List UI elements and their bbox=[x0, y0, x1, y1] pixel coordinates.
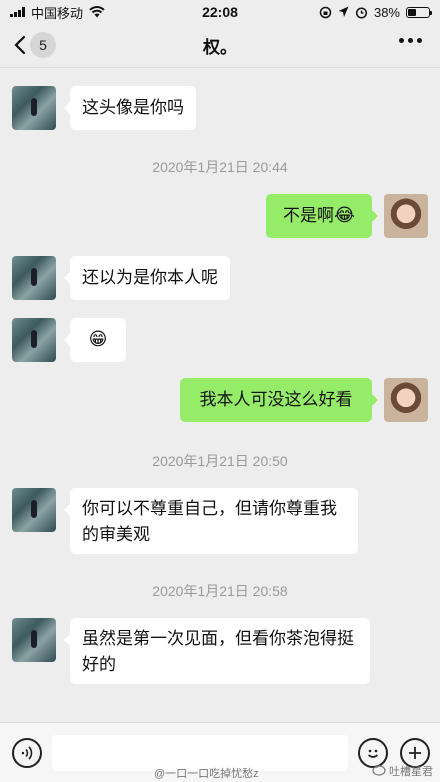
my-avatar[interactable] bbox=[384, 194, 428, 238]
message-text: 我本人可没这么好看 bbox=[199, 390, 353, 409]
laughing-tears-emoji: 😂 bbox=[333, 205, 356, 226]
message-bubble[interactable]: 这头像是你吗 bbox=[64, 86, 196, 130]
more-button[interactable] bbox=[399, 38, 422, 43]
grinning-emoji: 😁 bbox=[88, 329, 108, 350]
weibo-watermark: @一口一口吃掉忧愁z bbox=[154, 768, 259, 780]
rotation-lock-icon bbox=[319, 6, 332, 18]
message-bubble[interactable]: 我本人可没这么好看 bbox=[180, 378, 378, 422]
ellipsis-icon bbox=[399, 38, 404, 43]
brand-watermark-text: 吐槽星君 bbox=[389, 766, 433, 778]
timestamp: 2020年1月21日 20:50 bbox=[152, 453, 288, 469]
contact-avatar[interactable] bbox=[12, 618, 56, 662]
chat-title: 权。 bbox=[203, 38, 237, 57]
contact-avatar[interactable] bbox=[12, 256, 56, 300]
contact-avatar[interactable] bbox=[12, 86, 56, 130]
my-avatar[interactable] bbox=[384, 378, 428, 422]
status-bar: 中国移动 22:08 38% bbox=[0, 0, 440, 24]
battery-percent: 38% bbox=[373, 4, 400, 20]
message-text: 虽然是第一次见面，但看你茶泡得挺好的 bbox=[82, 629, 354, 674]
input-bar: @一口一口吃掉忧愁z 吐槽星君 bbox=[0, 722, 440, 782]
plus-icon bbox=[409, 747, 421, 759]
message-bubble[interactable]: 虽然是第一次见面，但看你茶泡得挺好的 bbox=[64, 618, 370, 684]
status-right: 38% bbox=[319, 4, 432, 20]
message-bubble[interactable]: 不是啊 😂 bbox=[266, 194, 378, 238]
wifi-icon bbox=[89, 6, 105, 18]
carrier-label: 中国移动 bbox=[31, 5, 84, 21]
back-button[interactable]: 5 bbox=[14, 32, 56, 58]
chat-header: 5 权。 bbox=[0, 24, 440, 68]
chevron-left-icon bbox=[14, 35, 26, 55]
message-text: 不是啊 bbox=[282, 206, 334, 225]
clock: 22:08 bbox=[202, 4, 238, 20]
contact-avatar[interactable] bbox=[12, 488, 56, 532]
message-text: 这头像是你吗 bbox=[82, 98, 184, 117]
alarm-icon bbox=[355, 6, 368, 19]
contact-avatar[interactable] bbox=[12, 318, 56, 362]
voice-icon bbox=[21, 746, 33, 760]
brand-watermark: 吐槽星君 bbox=[372, 763, 433, 779]
message-text: 你可以不尊重自己，但请你尊重我的审美观 bbox=[82, 499, 337, 544]
voice-button[interactable] bbox=[12, 738, 42, 768]
chat-bubble-icon bbox=[372, 765, 386, 776]
status-left: 中国移动 bbox=[10, 3, 105, 22]
timestamp: 2020年1月21日 20:58 bbox=[152, 583, 288, 599]
message-bubble[interactable]: 还以为是你本人呢 bbox=[64, 256, 230, 300]
message-text: 还以为是你本人呢 bbox=[82, 268, 218, 287]
message-bubble[interactable]: 😁 bbox=[64, 318, 126, 362]
message-bubble[interactable]: 你可以不尊重自己，但请你尊重我的审美观 bbox=[64, 488, 358, 554]
location-icon bbox=[338, 6, 349, 17]
emoji-icon bbox=[367, 749, 379, 758]
battery-icon bbox=[406, 6, 432, 18]
timestamp: 2020年1月21日 20:44 bbox=[152, 159, 288, 175]
unread-badge: 5 bbox=[30, 32, 56, 58]
signal-icon bbox=[10, 7, 25, 17]
